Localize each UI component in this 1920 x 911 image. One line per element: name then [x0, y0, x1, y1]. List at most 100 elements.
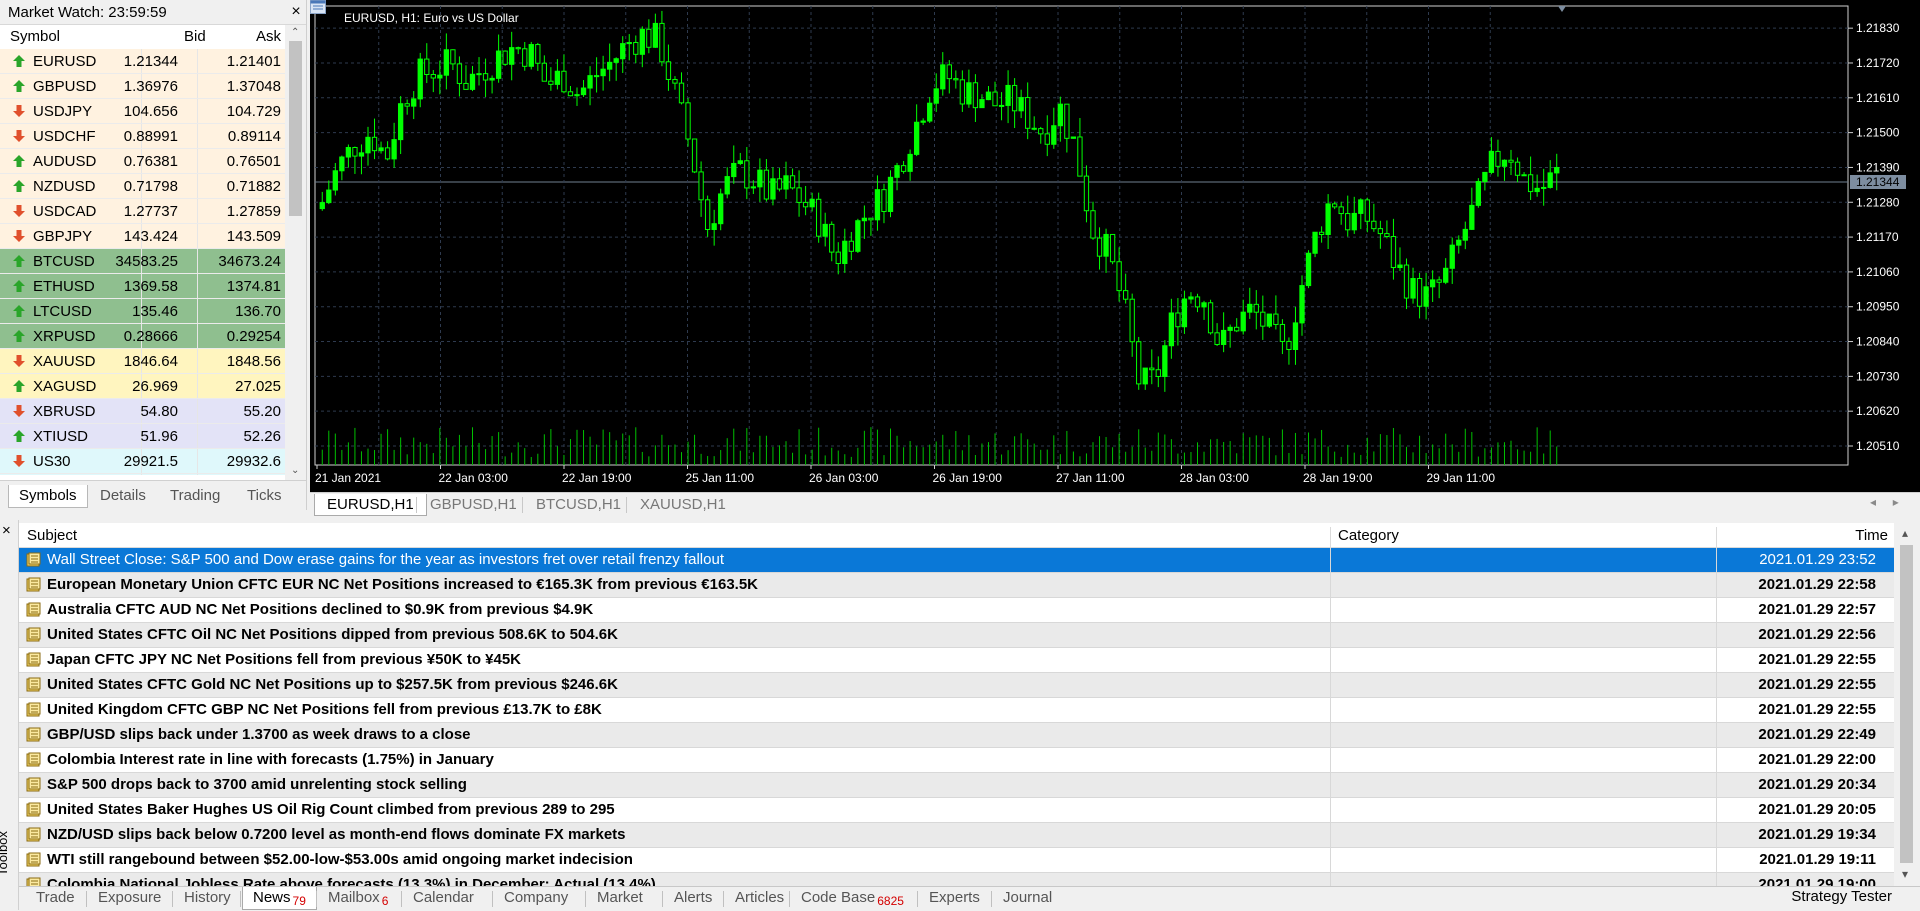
symbol-row-usdchf[interactable]: USDCHF 0.88991 0.89114 [0, 124, 285, 149]
tab-details[interactable]: Details [90, 485, 156, 507]
toolbox-tab-market[interactable]: Market [587, 887, 653, 909]
market-watch-scrollbar[interactable]: ⌃ ⌄ [285, 25, 306, 480]
chart-tab-gbpusd-h1[interactable]: GBPUSD,H1 [418, 494, 529, 515]
news-row[interactable]: GBP/USD slips back under 1.3700 as week … [19, 723, 1894, 748]
tab-trading[interactable]: Trading [160, 485, 230, 507]
scrollbar-thumb[interactable] [289, 41, 302, 216]
news-row[interactable]: Australia CFTC AUD NC Net Positions decl… [19, 598, 1894, 623]
scroll-down-icon[interactable]: ▾ [1902, 867, 1908, 881]
symbol-row-audusd[interactable]: AUDUSD 0.76381 0.76501 [0, 149, 285, 174]
column-header-time[interactable]: Time [1855, 527, 1888, 544]
column-header-ask[interactable]: Ask [256, 28, 281, 45]
scrollbar-thumb[interactable] [1900, 545, 1913, 863]
scroll-up-icon[interactable]: ⌃ [291, 27, 299, 38]
candle-bear [1038, 128, 1044, 135]
chart-tab-eurusd-h1[interactable]: EURUSD,H1 [314, 494, 427, 516]
news-row[interactable]: Colombia National Jobless Rate above for… [19, 873, 1894, 886]
chart-tab-btcusd-h1[interactable]: BTCUSD,H1 [524, 494, 633, 515]
candle-bull [1305, 252, 1312, 287]
ask-price: 0.76501 [226, 153, 281, 170]
strategy-tester-button[interactable]: Strategy Tester [1791, 888, 1892, 905]
toolbox-tab-history[interactable]: History [174, 887, 241, 909]
symbol-row-usdjpy[interactable]: USDJPY 104.656 104.729 [0, 99, 285, 124]
candle-bear [561, 70, 567, 93]
column-header-bid[interactable]: Bid [184, 28, 206, 45]
column-divider [197, 374, 198, 398]
symbol-row-xbrusd[interactable]: XBRUSD 54.80 55.20 [0, 399, 285, 424]
symbol-row-us30[interactable]: US30 29921.5 29932.6 [0, 449, 285, 474]
news-row[interactable]: Wall Street Close: S&P 500 and Dow erase… [19, 548, 1894, 573]
price-label: 1.21500 [1856, 126, 1900, 140]
ask-price: 1848.56 [226, 353, 281, 370]
news-time: 2021.01.29 22:00 [1758, 751, 1876, 768]
news-scrollbar[interactable]: ▴ ▾ [1894, 523, 1920, 886]
news-row[interactable]: WTI still rangebound between $52.00-low-… [19, 848, 1894, 873]
toolbox-tab-company[interactable]: Company [494, 887, 578, 909]
candle-bear [384, 147, 391, 160]
toolbox-tab-articles[interactable]: Articles [725, 887, 794, 909]
symbol-row-xauusd[interactable]: XAUUSD 1846.64 1848.56 [0, 349, 285, 374]
toolbox-tab-experts[interactable]: Experts [919, 887, 990, 909]
tab-ticks[interactable]: Ticks [237, 485, 291, 507]
news-row[interactable]: United States CFTC Gold NC Net Positions… [19, 673, 1894, 698]
news-row[interactable]: S&P 500 drops back to 3700 amid unrelent… [19, 773, 1894, 798]
scroll-up-icon[interactable]: ▴ [1902, 526, 1908, 540]
news-row[interactable]: United States Baker Hughes US Oil Rig Co… [19, 798, 1894, 823]
chart-tab-xauusd-h1[interactable]: XAUUSD,H1 [628, 494, 738, 515]
candle-bear [633, 42, 639, 55]
symbol-row-xtiusd[interactable]: XTIUSD 51.96 52.26 [0, 424, 285, 449]
chart-shift-marker[interactable] [1558, 6, 1566, 12]
symbol-row-btcusd[interactable]: BTCUSD 34583.25 34673.24 [0, 249, 285, 274]
news-row[interactable]: Colombia Interest rate in line with fore… [19, 748, 1894, 773]
toolbox-tab-journal[interactable]: Journal [993, 887, 1062, 909]
toolbox-close-icon[interactable]: × [2, 522, 11, 539]
symbol-row-gbpusd[interactable]: GBPUSD 1.36976 1.37048 [0, 74, 285, 99]
price-chart[interactable]: 1.21830 1.21720 1.21610 1.21500 1.21390 1.213… [310, 0, 1920, 492]
chart-window-icon[interactable] [310, 0, 326, 14]
candlestick-chart[interactable]: 1.21830 1.21720 1.21610 1.21500 1.213901.213… [310, 0, 1920, 492]
symbol-row-nzdusd[interactable]: NZDUSD 0.71798 0.71882 [0, 174, 285, 199]
column-header-subject[interactable]: Subject [27, 527, 77, 544]
toolbox-tab-mailbox[interactable]: Mailbox 6 [318, 887, 398, 909]
candle-bull [757, 169, 763, 188]
symbol-row-ethusd[interactable]: ETHUSD 1369.58 1374.81 [0, 274, 285, 299]
candle-bull [920, 120, 926, 123]
column-header-category[interactable]: Category [1338, 527, 1399, 544]
candle-bear [959, 79, 966, 105]
symbol-row-xrpusd[interactable]: XRPUSD 0.28666 0.29254 [0, 324, 285, 349]
news-time: 2021.01.29 20:34 [1758, 776, 1876, 793]
newspaper-icon [26, 552, 41, 567]
symbol-row-eurusd[interactable]: EURUSD 1.21344 1.21401 [0, 49, 285, 74]
toolbox-tab-code-base[interactable]: Code Base 6825 [791, 887, 914, 909]
tab-scroll-icons[interactable]: ◂ ▸ [1870, 495, 1899, 509]
tab-symbols[interactable]: Symbols [8, 485, 88, 508]
news-row[interactable]: Japan CFTC JPY NC Net Positions fell fro… [19, 648, 1894, 673]
news-row[interactable]: NZD/USD slips back below 0.7200 level as… [19, 823, 1894, 848]
scroll-down-icon[interactable]: ⌄ [291, 465, 299, 476]
bid-price: 54.80 [140, 403, 178, 420]
candle-bear [404, 103, 410, 107]
symbol-row-usdcad[interactable]: USDCAD 1.27737 1.27859 [0, 199, 285, 224]
time-label: 29 Jan 11:00 [1427, 471, 1496, 485]
candle-bear [1279, 323, 1286, 342]
toolbox-tab-trade[interactable]: Trade [26, 887, 85, 909]
arrow-up-icon [13, 55, 25, 67]
toolbox-tab-alerts[interactable]: Alerts [664, 887, 722, 909]
symbol-row-xagusd[interactable]: XAGUSD 26.969 27.025 [0, 374, 285, 399]
news-row[interactable]: European Monetary Union CFTC EUR NC Net … [19, 573, 1894, 598]
news-subject: United States CFTC Oil NC Net Positions … [47, 626, 618, 643]
market-watch-header: Symbol Bid Ask [0, 25, 285, 50]
column-header-symbol[interactable]: Symbol [10, 28, 60, 45]
news-row[interactable]: United Kingdom CFTC GBP NC Net Positions… [19, 698, 1894, 723]
toolbox-tab-calendar[interactable]: Calendar [403, 887, 484, 909]
candle-bear [796, 187, 802, 203]
symbol-row-ltcusd[interactable]: LTCUSD 135.46 136.70 [0, 299, 285, 324]
symbol-row-gbpjpy[interactable]: GBPJPY 143.424 143.509 [0, 224, 285, 249]
symbol-row-nas100[interactable]: NAS10013092.213099.3 [0, 474, 285, 475]
market-watch-close-icon[interactable]: × [286, 0, 306, 24]
news-row[interactable]: United States CFTC Oil NC Net Positions … [19, 623, 1894, 648]
toolbox-tab-news[interactable]: News 79 [242, 887, 317, 910]
price-label: 1.21830 [1856, 21, 1900, 35]
toolbox-tab-exposure[interactable]: Exposure [88, 887, 171, 909]
candle-bull [1181, 298, 1188, 328]
